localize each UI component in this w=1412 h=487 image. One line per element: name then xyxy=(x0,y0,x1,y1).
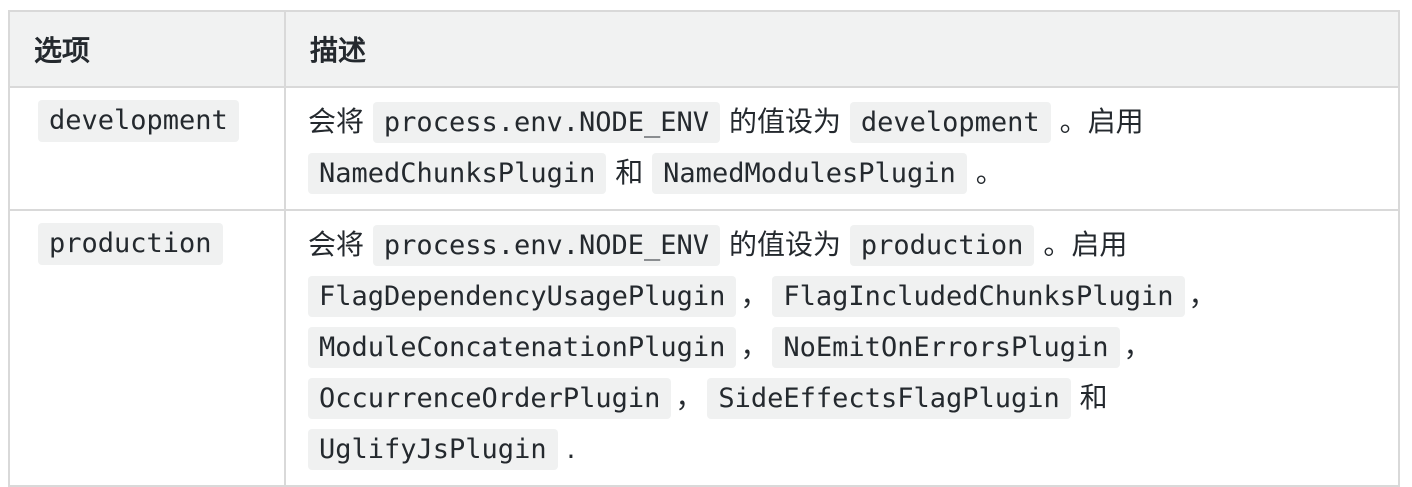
content-area: 选项 描述 development 会将 process.env.NODE_EN… xyxy=(8,10,1400,487)
comma: ， xyxy=(675,381,704,414)
plugin-code: NamedChunksPlugin xyxy=(308,153,607,194)
plugin-code: NoEmitOnErrorsPlugin xyxy=(772,327,1120,368)
comma: ， xyxy=(1188,279,1217,312)
desc-text: 会将 xyxy=(308,105,365,138)
header-option: 选项 xyxy=(8,10,286,88)
option-cell: development xyxy=(8,86,286,211)
description-cell: 会将 process.env.NODE_ENV 的值设为 production … xyxy=(284,209,1400,487)
option-code: production xyxy=(38,223,223,265)
option-cell: production xyxy=(8,209,286,487)
desc-text: 的值设为 xyxy=(728,105,841,138)
plugin-code: OccurrenceOrderPlugin xyxy=(308,378,672,419)
value-code: development xyxy=(849,102,1051,143)
plugin-code: UglifyJsPlugin xyxy=(308,429,558,470)
plugin-code: NamedModulesPlugin xyxy=(652,153,967,194)
desc-text: 。启用 xyxy=(1043,228,1128,261)
plugin-code: FlagDependencyUsagePlugin xyxy=(308,276,737,317)
desc-text: 会将 xyxy=(308,228,365,261)
conjunction-text: 和 xyxy=(615,156,644,189)
env-var-code: process.env.NODE_ENV xyxy=(372,102,721,143)
header-description: 描述 xyxy=(284,10,1400,88)
description-cell: 会将 process.env.NODE_ENV 的值设为 development… xyxy=(284,86,1400,211)
table-row-development: development 会将 process.env.NODE_ENV 的值设为… xyxy=(8,86,1400,211)
comma: ， xyxy=(740,279,769,312)
plugin-code: ModuleConcatenationPlugin xyxy=(308,327,737,368)
env-var-code: process.env.NODE_ENV xyxy=(372,225,721,266)
end-punct: 。 xyxy=(975,156,1004,189)
option-code: development xyxy=(38,100,239,142)
end-punct: . xyxy=(566,432,576,465)
table-header: 选项 描述 xyxy=(8,10,1400,88)
header-row: 选项 描述 xyxy=(8,10,1400,88)
conjunction-text: 和 xyxy=(1079,381,1108,414)
comma: ， xyxy=(740,330,769,363)
plugin-code: FlagIncludedChunksPlugin xyxy=(772,276,1185,317)
comma: ， xyxy=(1123,330,1152,363)
desc-text: 。启用 xyxy=(1059,105,1144,138)
plugin-code: SideEffectsFlagPlugin xyxy=(707,378,1071,419)
mode-options-table: 选项 描述 development 会将 process.env.NODE_EN… xyxy=(8,10,1400,487)
desc-text: 的值设为 xyxy=(728,228,841,261)
table-row-production: production 会将 process.env.NODE_ENV 的值设为 … xyxy=(8,209,1400,487)
value-code: production xyxy=(849,225,1035,266)
